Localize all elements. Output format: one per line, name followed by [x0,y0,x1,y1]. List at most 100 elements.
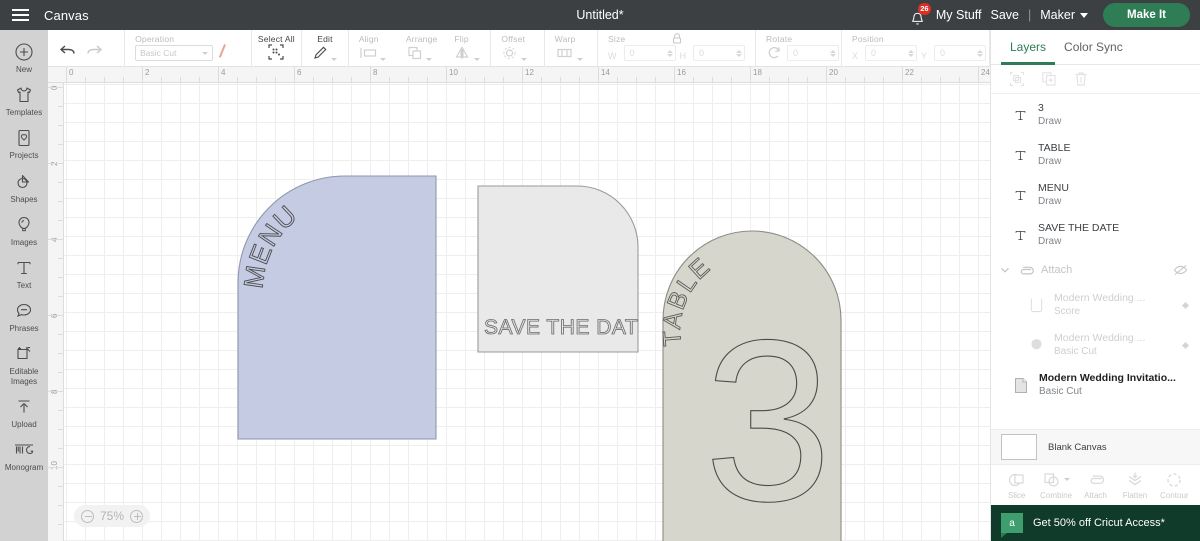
sidebar-item-projects[interactable]: Projects [0,122,48,165]
size-group: Size W 0 H 0 [598,30,756,67]
rotate-icon[interactable] [766,45,783,61]
chevron-down-icon[interactable] [474,58,480,61]
chevron-down-icon[interactable] [521,58,527,61]
tab-color-sync[interactable]: Color Sync [1055,30,1132,65]
align-icon[interactable] [359,45,378,61]
save-button[interactable]: Save [991,8,1020,22]
eye-hidden-icon[interactable] [1173,264,1188,276]
make-it-button[interactable]: Make It [1103,3,1190,27]
tab-layers[interactable]: Layers [1001,30,1055,65]
sidebar-item-monogram[interactable]: Monogram [0,434,48,477]
undo-arrow-icon[interactable] [58,43,78,58]
layer-row[interactable]: Modern Wedding ... Basic Cut [991,325,1200,365]
ruler-tick [351,77,352,83]
chevron-down-icon[interactable] [999,264,1011,276]
position-y-input[interactable]: 0 [934,45,986,61]
select-all-icon[interactable] [267,43,285,61]
sidebar-item-text[interactable]: Text [0,252,48,295]
attach-group-label: Attach [1041,264,1166,276]
sidebar-item-new[interactable]: New [0,36,48,79]
flip-icon[interactable] [454,45,472,61]
contour-button[interactable]: Contour [1155,471,1194,500]
zoom-control[interactable]: 75% [74,505,150,527]
delete-trash-icon[interactable] [1073,71,1089,87]
lock-icon[interactable] [670,32,683,45]
ruler-tick [180,77,181,83]
operation-select[interactable]: Basic Cut [135,45,213,61]
table-arch-number: 3 [704,292,832,541]
layer-operation: Draw [1038,235,1188,249]
sidebar-item-editable-images[interactable]: Editable Images [0,338,48,390]
ruler-mark: 24 [981,68,990,77]
shapes-icon [14,172,34,192]
size-height-tag: H [680,51,687,61]
score-line-icon [1029,297,1044,313]
layer-name: MENU [1038,181,1188,195]
stepper-icon[interactable] [830,50,836,57]
layer-row[interactable]: MENU Draw [991,175,1200,215]
combine-button[interactable]: Combine [1036,471,1075,500]
stepper-icon[interactable] [977,50,983,57]
operation-color-swatch[interactable] [219,45,235,61]
redo-arrow-icon[interactable] [84,43,104,58]
layer-row[interactable]: Modern Wedding ... Score [991,285,1200,325]
sidebar-label-new: New [16,65,32,74]
vertical-ruler[interactable]: 0246810 [48,83,64,541]
layer-row[interactable]: 3 Draw [991,95,1200,135]
layer-row[interactable]: TABLE Draw [991,135,1200,175]
slice-button[interactable]: Slice [997,471,1036,500]
position-x-input[interactable]: 0 [865,45,917,61]
hamburger-icon[interactable] [0,9,40,21]
chevron-down-icon[interactable] [577,58,583,61]
offset-icon[interactable] [501,45,519,61]
layer-row[interactable]: SAVE THE DATE Draw [991,215,1200,255]
warp-icon[interactable] [555,45,575,61]
ruler-mark: 8 [373,68,377,77]
chevron-down-icon[interactable] [426,58,432,61]
my-stuff-link[interactable]: My Stuff [936,8,982,22]
sidebar-item-templates[interactable]: Templates [0,79,48,122]
stepper-icon[interactable] [667,50,673,57]
machine-selector[interactable]: Maker [1040,8,1088,22]
rotate-input[interactable]: 0 [787,45,839,61]
plus-circle-icon[interactable] [130,510,143,523]
text-T-icon [1013,188,1028,203]
stepper-icon[interactable] [736,50,742,57]
attach-button[interactable]: Attach [1076,471,1115,500]
sidebar-item-shapes[interactable]: Shapes [0,166,48,209]
notifications-button[interactable]: 26 [909,4,927,26]
save-the-date-card[interactable]: SAVE THE DATE [477,185,639,353]
menu-card[interactable]: MENU [237,175,437,440]
layer-row[interactable]: Modern Wedding Invitatio... Basic Cut [991,365,1200,405]
duplicate-icon[interactable] [1041,71,1057,87]
layer-list[interactable]: 3 Draw TABLE Draw MENU Dra [991,95,1200,465]
arrange-icon[interactable] [406,45,424,61]
layer-color-dot[interactable] [1182,301,1189,308]
pencil-edit-icon[interactable] [312,44,329,61]
group-icon[interactable] [1009,71,1025,87]
blank-canvas-row[interactable]: Blank Canvas [991,429,1200,465]
table-number-arch[interactable]: TABLE 3 [662,230,842,541]
ruler-tick [66,67,67,83]
design-canvas[interactable]: MENU SAVE THE DATE TABLE 3 0246810121416… [48,67,990,541]
attach-group-header[interactable]: Attach [991,255,1200,285]
chevron-down-icon[interactable] [331,58,337,61]
chevron-down-icon[interactable] [380,58,386,61]
minus-circle-icon[interactable] [81,510,94,523]
size-height-input[interactable]: 0 [693,45,745,61]
sidebar-item-phrases[interactable]: Phrases [0,295,48,338]
ruler-tick [427,77,428,83]
horizontal-ruler[interactable]: 024681012141618202224 [48,67,990,83]
flip-group: Flip [444,30,491,67]
size-width-input[interactable]: 0 [624,45,676,61]
sidebar-item-images[interactable]: Images [0,209,48,252]
sidebar-item-upload[interactable]: Upload [0,391,48,434]
cricut-access-promo[interactable]: a Get 50% off Cricut Access* [991,505,1200,541]
chevron-down-icon[interactable] [1064,478,1070,481]
ruler-tick [769,77,770,83]
flatten-button[interactable]: Flatten [1115,471,1154,500]
stepper-icon[interactable] [908,50,914,57]
blank-canvas-swatch[interactable] [1001,434,1037,460]
page-shape-icon [1013,377,1029,394]
layer-color-dot[interactable] [1182,341,1189,348]
